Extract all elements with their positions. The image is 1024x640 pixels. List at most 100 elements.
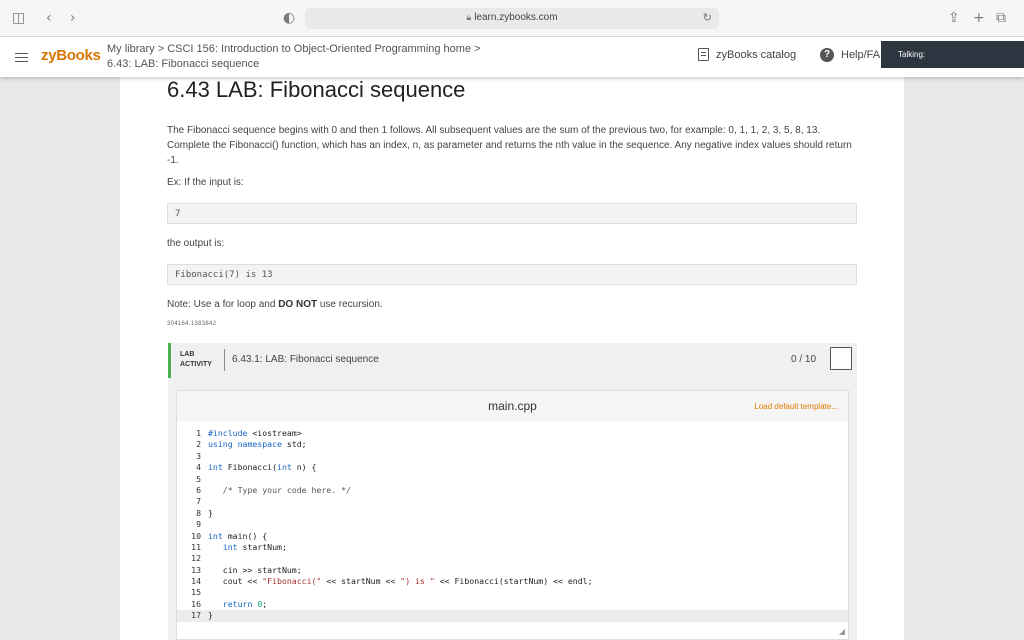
editor-toolbar: main.cpp Load default template... [177, 391, 848, 421]
breadcrumb: My library > CSCI 156: Introduction to O… [107, 42, 481, 72]
code-area[interactable]: 1 #include <iostream> 2 using namespace std… [177, 428, 848, 622]
code-text[interactable]: } [204, 508, 213, 519]
code-line[interactable]: 10 int main() { [177, 531, 848, 542]
code-line[interactable]: 3 [177, 451, 848, 462]
code-editor[interactable]: main.cpp Load default template... 1 #incl… [176, 390, 849, 640]
code-text[interactable] [204, 587, 208, 598]
back-icon[interactable]: ‹ [46, 10, 52, 26]
line-number: 17 [191, 610, 201, 621]
problem-description: The Fibonacci sequence begins with 0 and… [167, 125, 852, 166]
code-line[interactable]: 7 [177, 496, 848, 507]
code-text[interactable]: int startNum; [204, 542, 287, 553]
code-text[interactable] [204, 553, 208, 564]
breadcrumb-path[interactable]: My library > CSCI 156: Introduction to O… [107, 42, 481, 57]
code-line[interactable]: 15 [177, 587, 848, 598]
code-text[interactable]: int main() { [204, 531, 267, 542]
line-number: 7 [196, 496, 201, 507]
code-line[interactable]: 4 int Fibonacci(int n) { [177, 462, 848, 473]
code-text[interactable]: } [204, 610, 213, 621]
new-tab-icon[interactable]: + [973, 10, 985, 26]
code-text[interactable]: using namespace std; [204, 439, 307, 450]
editor-container: main.cpp Load default template... 1 #incl… [168, 378, 857, 640]
privacy-shield-icon[interactable]: ◐ [283, 10, 295, 26]
file-name: main.cpp [488, 399, 537, 413]
line-number: 12 [191, 553, 201, 564]
code-text[interactable]: return 0; [204, 599, 267, 610]
help-label: Help/FA [841, 49, 881, 61]
help-icon: ? [820, 48, 834, 62]
code-text[interactable]: int Fibonacci(int n) { [204, 462, 316, 473]
tabs-overview-icon[interactable]: ⧉ [996, 10, 1006, 26]
code-line[interactable]: 11 int startNum; [177, 542, 848, 553]
code-line[interactable]: 13 cin >> startNum; [177, 565, 848, 576]
code-line[interactable]: 2 using namespace std; [177, 439, 848, 450]
talking-panel: Talking: [881, 41, 1024, 68]
code-line[interactable]: 8} [177, 508, 848, 519]
code-line[interactable]: 16 return 0; [177, 599, 848, 610]
note-text: Note: Use a for loop and DO NOT use recu… [167, 299, 383, 310]
browser-toolbar: ◫ ‹ › ◐ 🔒︎ learn.zybooks.com ↻ ⇪ + ⧉ [0, 0, 1024, 37]
line-number: 9 [196, 519, 201, 530]
lab-tag-line1: LAB [180, 351, 195, 358]
completion-checkbox [830, 347, 852, 370]
line-number: 11 [191, 541, 201, 552]
line-number: 13 [191, 564, 201, 575]
share-icon[interactable]: ⇪ [948, 10, 960, 26]
example-input-box: 7 [167, 203, 857, 224]
line-number: 8 [196, 507, 201, 518]
sidebar-toggle-icon[interactable]: ◫ [12, 10, 25, 26]
code-text[interactable] [204, 451, 208, 462]
code-text[interactable] [204, 519, 208, 530]
code-line[interactable]: 17} [177, 610, 848, 622]
code-line[interactable]: 12 [177, 553, 848, 564]
page-title: 6.43 LAB: Fibonacci sequence [167, 77, 466, 102]
divider [224, 349, 225, 371]
catalog-button[interactable]: zyBooks catalog [698, 48, 796, 61]
code-line[interactable]: 5 [177, 474, 848, 485]
help-button[interactable]: ? Help/FA [820, 48, 880, 62]
breadcrumb-current: 6.43: LAB: Fibonacci sequence [107, 58, 260, 70]
code-text[interactable]: /* Type your code here. */ [204, 485, 351, 496]
note-prefix: Note: Use a for loop and [167, 299, 279, 310]
line-number: 5 [196, 473, 201, 484]
lab-tag-line2: ACTIVITY [180, 361, 212, 368]
note-suffix: use recursion. [317, 299, 383, 310]
code-text[interactable] [204, 474, 208, 485]
line-number: 10 [191, 530, 201, 541]
book-icon [698, 48, 709, 61]
code-line[interactable]: 14 cout << "Fibonacci(" << startNum << "… [177, 576, 848, 587]
url-text: learn.zybooks.com [474, 12, 558, 23]
code-line[interactable]: 9 [177, 519, 848, 530]
menu-icon[interactable] [15, 53, 28, 62]
address-bar[interactable]: 🔒︎ learn.zybooks.com ↻ [305, 8, 719, 29]
lab-title: 6.43.1: LAB: Fibonacci sequence [232, 354, 379, 365]
load-default-template-link[interactable]: Load default template... [754, 402, 838, 411]
line-number: 16 [191, 598, 201, 609]
lab-activity-header: LAB ACTIVITY 6.43.1: LAB: Fibonacci sequ… [168, 343, 857, 378]
code-line[interactable]: 6 /* Type your code here. */ [177, 485, 848, 496]
code-text[interactable]: #include <iostream> [204, 428, 302, 439]
content-page: 6.43 LAB: Fibonacci sequence The Fibonac… [120, 77, 904, 640]
code-text[interactable]: cin >> startNum; [204, 565, 302, 576]
activity-id: 304164.1383842 [167, 321, 217, 327]
resize-handle-icon[interactable]: ◢ [839, 627, 845, 636]
catalog-label: zyBooks catalog [716, 48, 797, 61]
forward-icon[interactable]: › [70, 10, 76, 26]
line-number: 15 [191, 587, 201, 598]
line-number: 2 [196, 439, 201, 450]
zybooks-logo[interactable]: zyBooks [41, 47, 101, 64]
code-line[interactable]: 1 #include <iostream> [177, 428, 848, 439]
talking-label: Talking: [898, 50, 926, 59]
line-number: 14 [191, 576, 201, 587]
code-text[interactable] [204, 496, 208, 507]
example-input-label: Ex: If the input is: [167, 177, 244, 188]
code-text[interactable]: cout << "Fibonacci(" << startNum << ") i… [204, 576, 593, 587]
lock-icon: 🔒︎ [466, 12, 472, 22]
lab-activity-tag: LAB ACTIVITY [180, 350, 212, 370]
line-number: 4 [196, 462, 201, 473]
note-bold: DO NOT [278, 299, 318, 310]
lab-score: 0 / 10 [791, 354, 817, 365]
reload-icon[interactable]: ↻ [703, 11, 712, 24]
line-number: 3 [196, 450, 201, 461]
line-number: 1 [196, 428, 201, 438]
